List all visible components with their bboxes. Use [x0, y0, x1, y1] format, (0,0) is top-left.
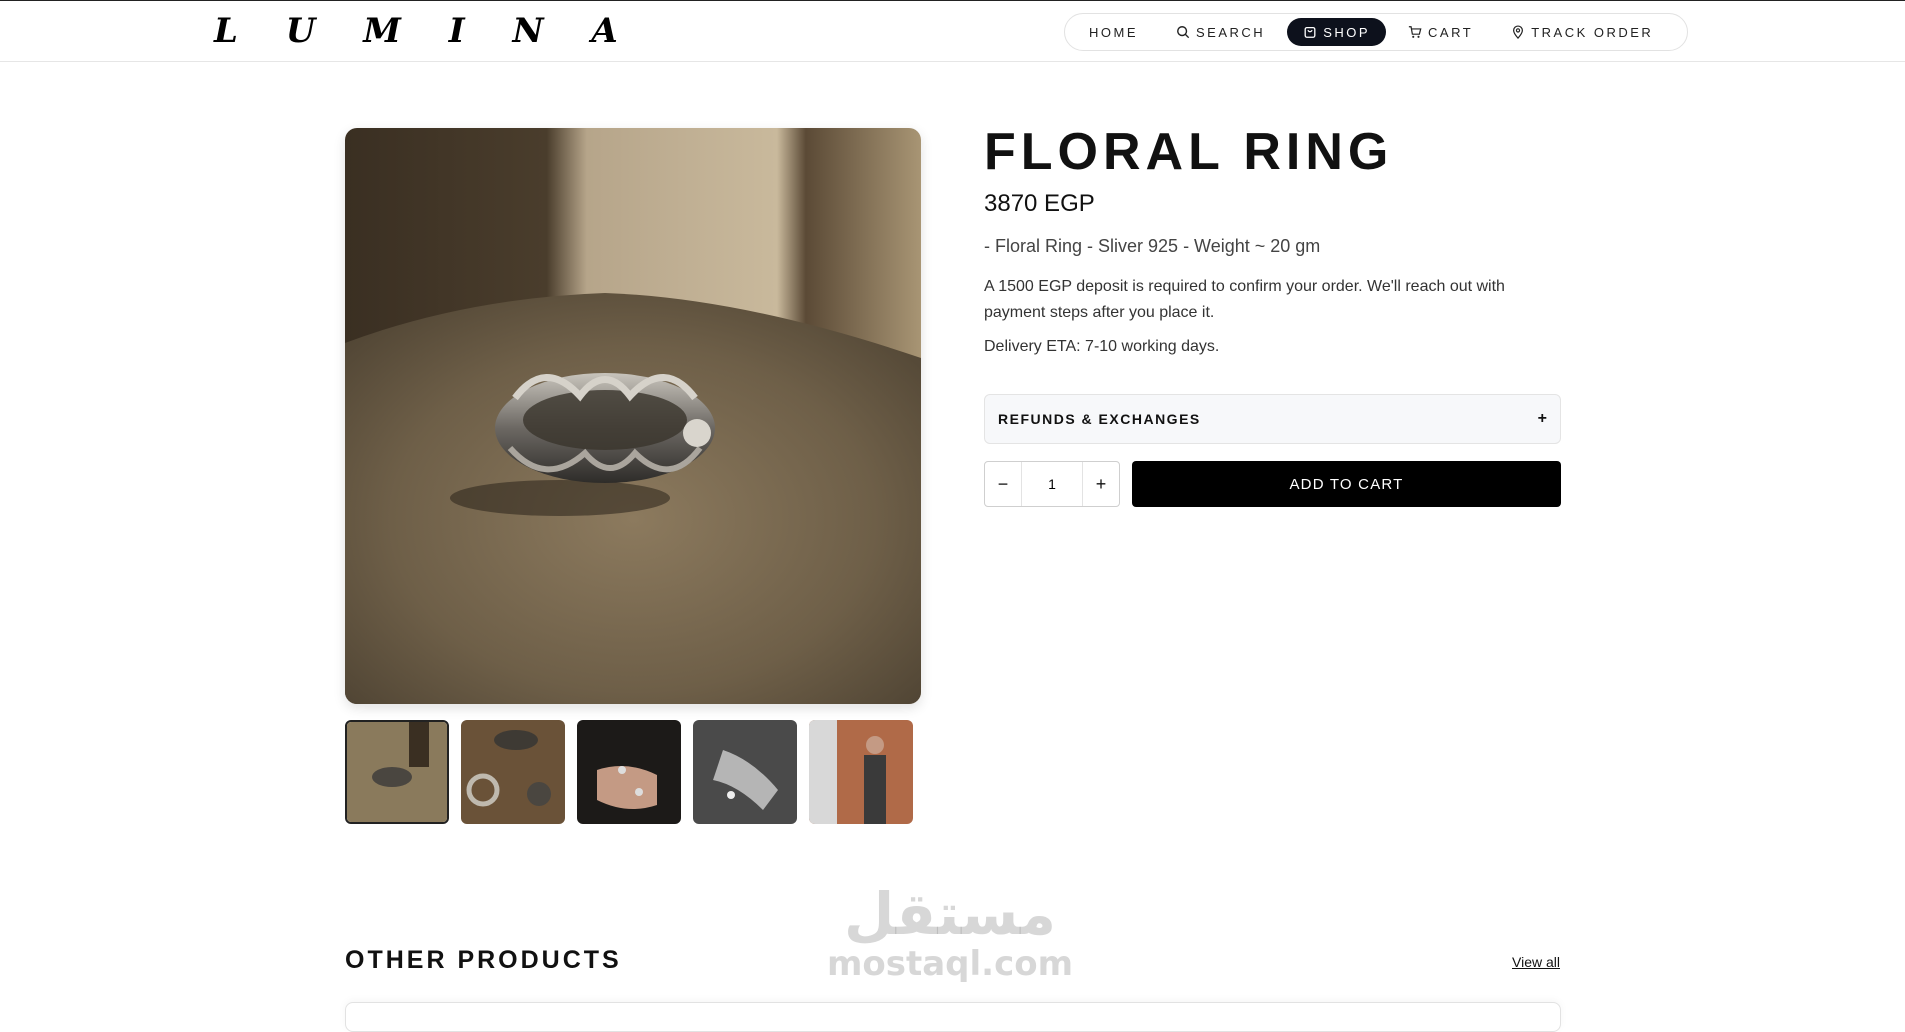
search-icon: [1176, 25, 1190, 39]
thumbnail-strip: [345, 720, 913, 824]
other-products-title: OTHER PRODUCTS: [345, 946, 622, 974]
thumbnail-3[interactable]: [577, 720, 681, 824]
refunds-accordion-label: REFUNDS & EXCHANGES: [998, 411, 1201, 427]
product-card[interactable]: [345, 1002, 1561, 1032]
quantity-decrease-button[interactable]: −: [985, 462, 1021, 506]
view-all-link[interactable]: View all: [1512, 954, 1560, 970]
nav-search-label: SEARCH: [1196, 24, 1266, 40]
quantity-increase-button[interactable]: +: [1083, 462, 1119, 506]
quantity-stepper: − +: [984, 461, 1120, 507]
nav-shop[interactable]: SHOP: [1287, 18, 1387, 46]
thumbnail-4[interactable]: [693, 720, 797, 824]
watermark: مستقل mostaql.com: [820, 882, 1080, 982]
nav-track-order-label: TRACK ORDER: [1531, 24, 1654, 40]
site-logo[interactable]: L U M I N A: [214, 11, 636, 51]
thumbnail-1[interactable]: [345, 720, 449, 824]
site-header: L U M I N A HOME SEARCH SHOP CART TRACK …: [0, 0, 1905, 62]
nav-home[interactable]: HOME: [1073, 18, 1154, 46]
refunds-accordion[interactable]: REFUNDS & EXCHANGES +: [984, 394, 1561, 444]
add-to-cart-button[interactable]: ADD TO CART: [1132, 461, 1561, 507]
watermark-arabic: مستقل: [843, 880, 1057, 948]
location-pin-icon: [1511, 25, 1525, 39]
nav-home-label: HOME: [1089, 24, 1138, 40]
product-price: 3870 EGP: [984, 190, 1095, 217]
product-main-image[interactable]: [345, 128, 921, 704]
main-nav: HOME SEARCH SHOP CART TRACK ORDER: [1064, 13, 1688, 51]
product-title: FLORAL RING: [984, 123, 1394, 181]
thumbnail-2[interactable]: [461, 720, 565, 824]
nav-track-order[interactable]: TRACK ORDER: [1495, 18, 1669, 46]
nav-cart[interactable]: CART: [1392, 18, 1489, 46]
nav-cart-label: CART: [1428, 24, 1474, 40]
product-description: - Floral Ring - Sliver 925 - Weight ~ 20…: [984, 236, 1321, 256]
thumbnail-5[interactable]: [809, 720, 913, 824]
delivery-eta: Delivery ETA: 7-10 working days.: [984, 338, 1220, 355]
quantity-input[interactable]: [1021, 462, 1083, 506]
watermark-latin: mostaql.com: [826, 944, 1074, 984]
nav-shop-label: SHOP: [1323, 24, 1371, 40]
plus-icon: +: [1537, 410, 1547, 427]
deposit-note: A 1500 EGP deposit is required to confir…: [984, 278, 1505, 321]
shopping-bag-icon: [1303, 25, 1317, 39]
cart-icon: [1408, 25, 1422, 39]
nav-search[interactable]: SEARCH: [1160, 18, 1281, 46]
